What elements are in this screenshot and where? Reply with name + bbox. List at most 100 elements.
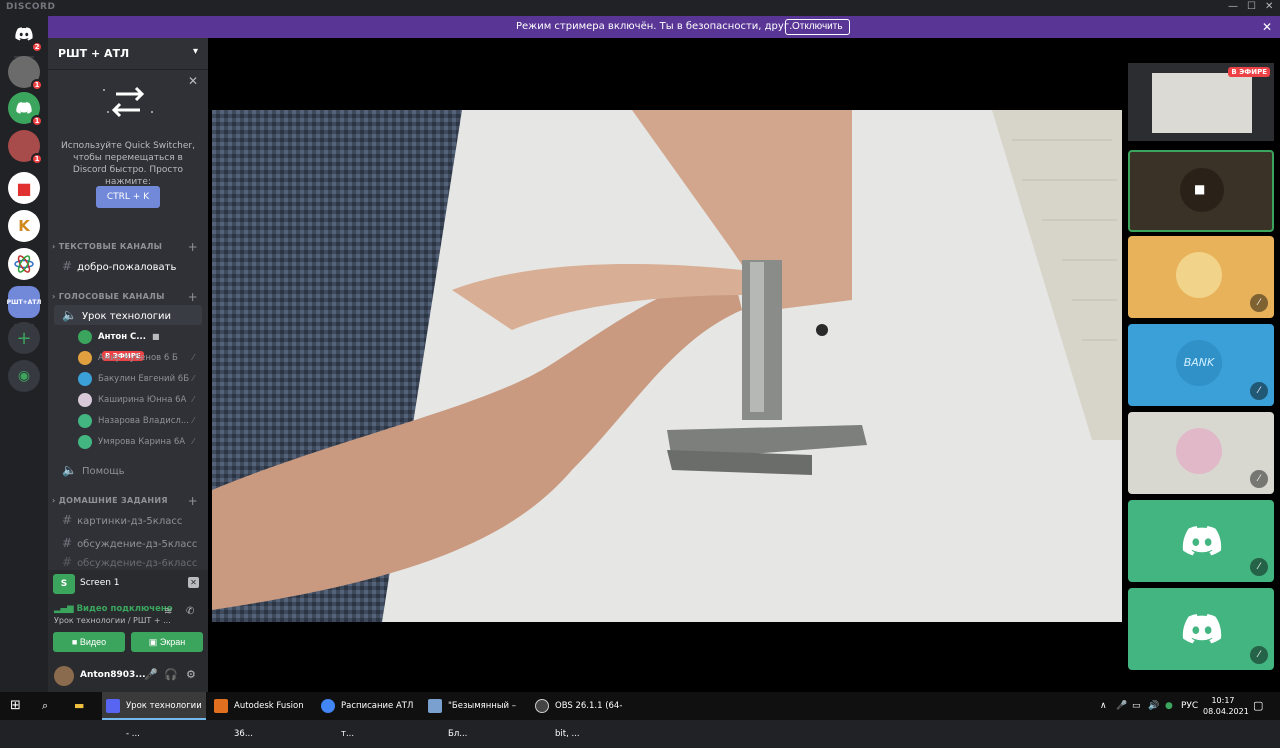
windows-start-icon[interactable]: ⊞	[10, 692, 21, 720]
notifications-icon[interactable]: ▢	[1253, 692, 1263, 720]
screen-button[interactable]: ▣ Экран	[131, 632, 203, 652]
channel-welcome[interactable]: # добро-пожаловать	[54, 256, 202, 276]
channel-hw2[interactable]: # обсуждение-дз-5класс	[54, 533, 202, 553]
voice-member[interactable]: Умярова Карина 6А ⁄	[76, 432, 202, 452]
disconnect-icon[interactable]: ✆	[186, 606, 194, 617]
live-badge: В ЭФИРЕ	[1228, 67, 1270, 77]
chevron-down-icon: ▾	[192, 46, 198, 57]
server-header[interactable]: РШТ + АТЛ ▾	[48, 38, 208, 70]
task-label: "Безымянный – Бл...	[448, 701, 517, 739]
video-button-label: Видео	[79, 637, 107, 647]
task-obs[interactable]: OBS 26.1.1 (64-bit, ...	[531, 692, 635, 739]
stream-stage[interactable]	[208, 38, 1126, 692]
stop-share-icon[interactable]: ✕	[188, 577, 199, 588]
username[interactable]: Anton8903...	[80, 670, 146, 680]
participant-tile[interactable]: ⁄	[1128, 412, 1274, 494]
category-label: ДОМАШНИЕ ЗАДАНИЯ	[58, 496, 168, 505]
add-channel-icon[interactable]: +	[188, 240, 198, 254]
close-icon[interactable]: ✕	[188, 74, 198, 88]
server-icon-1[interactable]: 1	[8, 56, 43, 91]
video-button[interactable]: ■ Видео	[53, 632, 125, 652]
quick-switcher-shortcut-button[interactable]: CTRL + K	[96, 186, 160, 208]
microphone-tray-icon[interactable]: 🎤	[1116, 692, 1127, 720]
voice-channel-lesson[interactable]: 🔈 Урок технологии	[54, 305, 202, 325]
minimize-icon[interactable]: —	[1228, 1, 1238, 12]
video-icon: ■	[151, 332, 160, 341]
volume-icon[interactable]: 🔊	[1148, 692, 1159, 720]
category-voice-channels[interactable]: › ГОЛОСОВЫЕ КАНАЛЫ +	[52, 290, 204, 306]
avatar	[78, 435, 92, 449]
voice-member[interactable]: Каширина Юнна 6А ⁄	[76, 390, 202, 410]
close-window-icon[interactable]: ✕	[1265, 1, 1273, 12]
stream-video[interactable]	[212, 110, 1122, 622]
server-icon-6[interactable]	[8, 248, 40, 280]
muted-icon: ⁄	[1250, 382, 1268, 400]
gear-icon[interactable]: ⚙	[186, 668, 196, 681]
avatar[interactable]	[54, 666, 74, 686]
voice-channel-help[interactable]: 🔈 Помощь	[54, 460, 202, 480]
notepad-icon	[428, 699, 442, 713]
file-explorer-icon[interactable]: ▬	[74, 692, 84, 720]
voice-member[interactable]: Бакулин Евгений 6Б ⁄	[76, 369, 202, 389]
notification-badge: 1	[31, 153, 43, 165]
connection-location[interactable]: Урок технологии / РШТ + ...	[54, 616, 171, 625]
add-server-icon[interactable]: +	[8, 322, 40, 354]
participant-tile[interactable]: ⁄	[1128, 236, 1274, 318]
server-name: РШТ + АТЛ	[58, 47, 130, 60]
voice-member-streamer[interactable]: Антон С... ■ В ЭФИРЕ	[76, 327, 202, 361]
server-icon-3[interactable]: 1	[8, 130, 43, 165]
noise-suppression-icon[interactable]: ≋	[164, 606, 172, 617]
maximize-icon[interactable]: ☐	[1247, 1, 1256, 12]
task-notepad[interactable]: "Безымянный – Бл...	[424, 692, 528, 739]
headphones-icon[interactable]: 🎧	[164, 668, 178, 681]
discord-icon	[106, 699, 120, 713]
title-bar: DISCORD — ☐ ✕	[0, 0, 1280, 16]
screen-share-row[interactable]: S Screen 1 ✕	[53, 574, 203, 594]
clock[interactable]: 10:17 08.04.2021	[1203, 695, 1249, 717]
task-chrome[interactable]: Расписание АТЛ т...	[317, 692, 421, 739]
task-fusion[interactable]: Autodesk Fusion 36...	[210, 692, 314, 739]
task-label: Autodesk Fusion 36...	[234, 701, 304, 739]
disable-streamer-mode-button[interactable]: Отключить	[785, 19, 850, 35]
discord-logo-icon	[15, 27, 33, 41]
category-text-channels[interactable]: › ТЕКСТОВЫЕ КАНАЛЫ +	[52, 240, 204, 256]
speaker-icon: 🔈	[62, 308, 77, 322]
language-indicator[interactable]: РУС	[1181, 692, 1198, 720]
server-icon-4[interactable]: ■	[8, 172, 40, 204]
channel-hw3[interactable]: # обсуждение-дз-6класс	[54, 555, 202, 569]
explore-servers-icon[interactable]: ◉	[8, 360, 40, 392]
participant-tile[interactable]: ⁄	[1128, 588, 1274, 670]
participant-camera-tile[interactable]: ■	[1128, 150, 1274, 232]
obs-tray-icon[interactable]: ●	[1165, 692, 1173, 720]
chevron-up-icon[interactable]: ∧	[1100, 692, 1107, 720]
clock-date: 08.04.2021	[1203, 707, 1249, 716]
task-discord[interactable]: Урок технологии - ...	[102, 692, 206, 739]
participant-tile[interactable]: BANK ⁄	[1128, 324, 1274, 406]
microphone-icon[interactable]: 🎤	[144, 668, 158, 681]
home-button[interactable]: 2	[8, 18, 43, 53]
voice-member[interactable]: Амир Кубенов 6 Б ⁄	[76, 348, 202, 368]
participant-tile[interactable]: ⁄	[1128, 500, 1274, 582]
server-icon-5[interactable]: K	[8, 210, 40, 242]
add-channel-icon[interactable]: +	[188, 290, 198, 304]
search-icon[interactable]: ⌕	[42, 692, 48, 720]
fusion-icon	[214, 699, 228, 713]
avatar	[78, 372, 92, 386]
close-banner-icon[interactable]: ✕	[1262, 20, 1272, 34]
screen-share-icon: S	[53, 574, 75, 594]
add-channel-icon[interactable]: +	[188, 494, 198, 508]
channel-hw1[interactable]: # картинки-дз-5класс	[54, 510, 202, 530]
voice-member[interactable]: Назарова Владисл... ⁄	[76, 411, 202, 431]
stream-preview-tile[interactable]: В ЭФИРЕ	[1128, 63, 1274, 141]
network-icon[interactable]: ▭	[1132, 692, 1141, 720]
server-icon-current[interactable]: РШТ+АТЛ	[7, 286, 41, 318]
discord-logo-icon	[1182, 526, 1222, 556]
task-label: Урок технологии - ...	[126, 701, 202, 739]
category-homework[interactable]: › ДОМАШНИЕ ЗАДАНИЯ +	[52, 494, 204, 510]
hash-icon: #	[62, 536, 73, 550]
muted-icon: ⁄	[1250, 646, 1268, 664]
avatar: BANK	[1176, 340, 1222, 386]
connection-status: ▂▄▆ Видео подключено	[54, 604, 173, 614]
server-icon-2[interactable]: 1	[8, 92, 43, 127]
server-list: 2 1 1 1 ■ K РШТ+АТЛ + ◉	[0, 16, 48, 692]
